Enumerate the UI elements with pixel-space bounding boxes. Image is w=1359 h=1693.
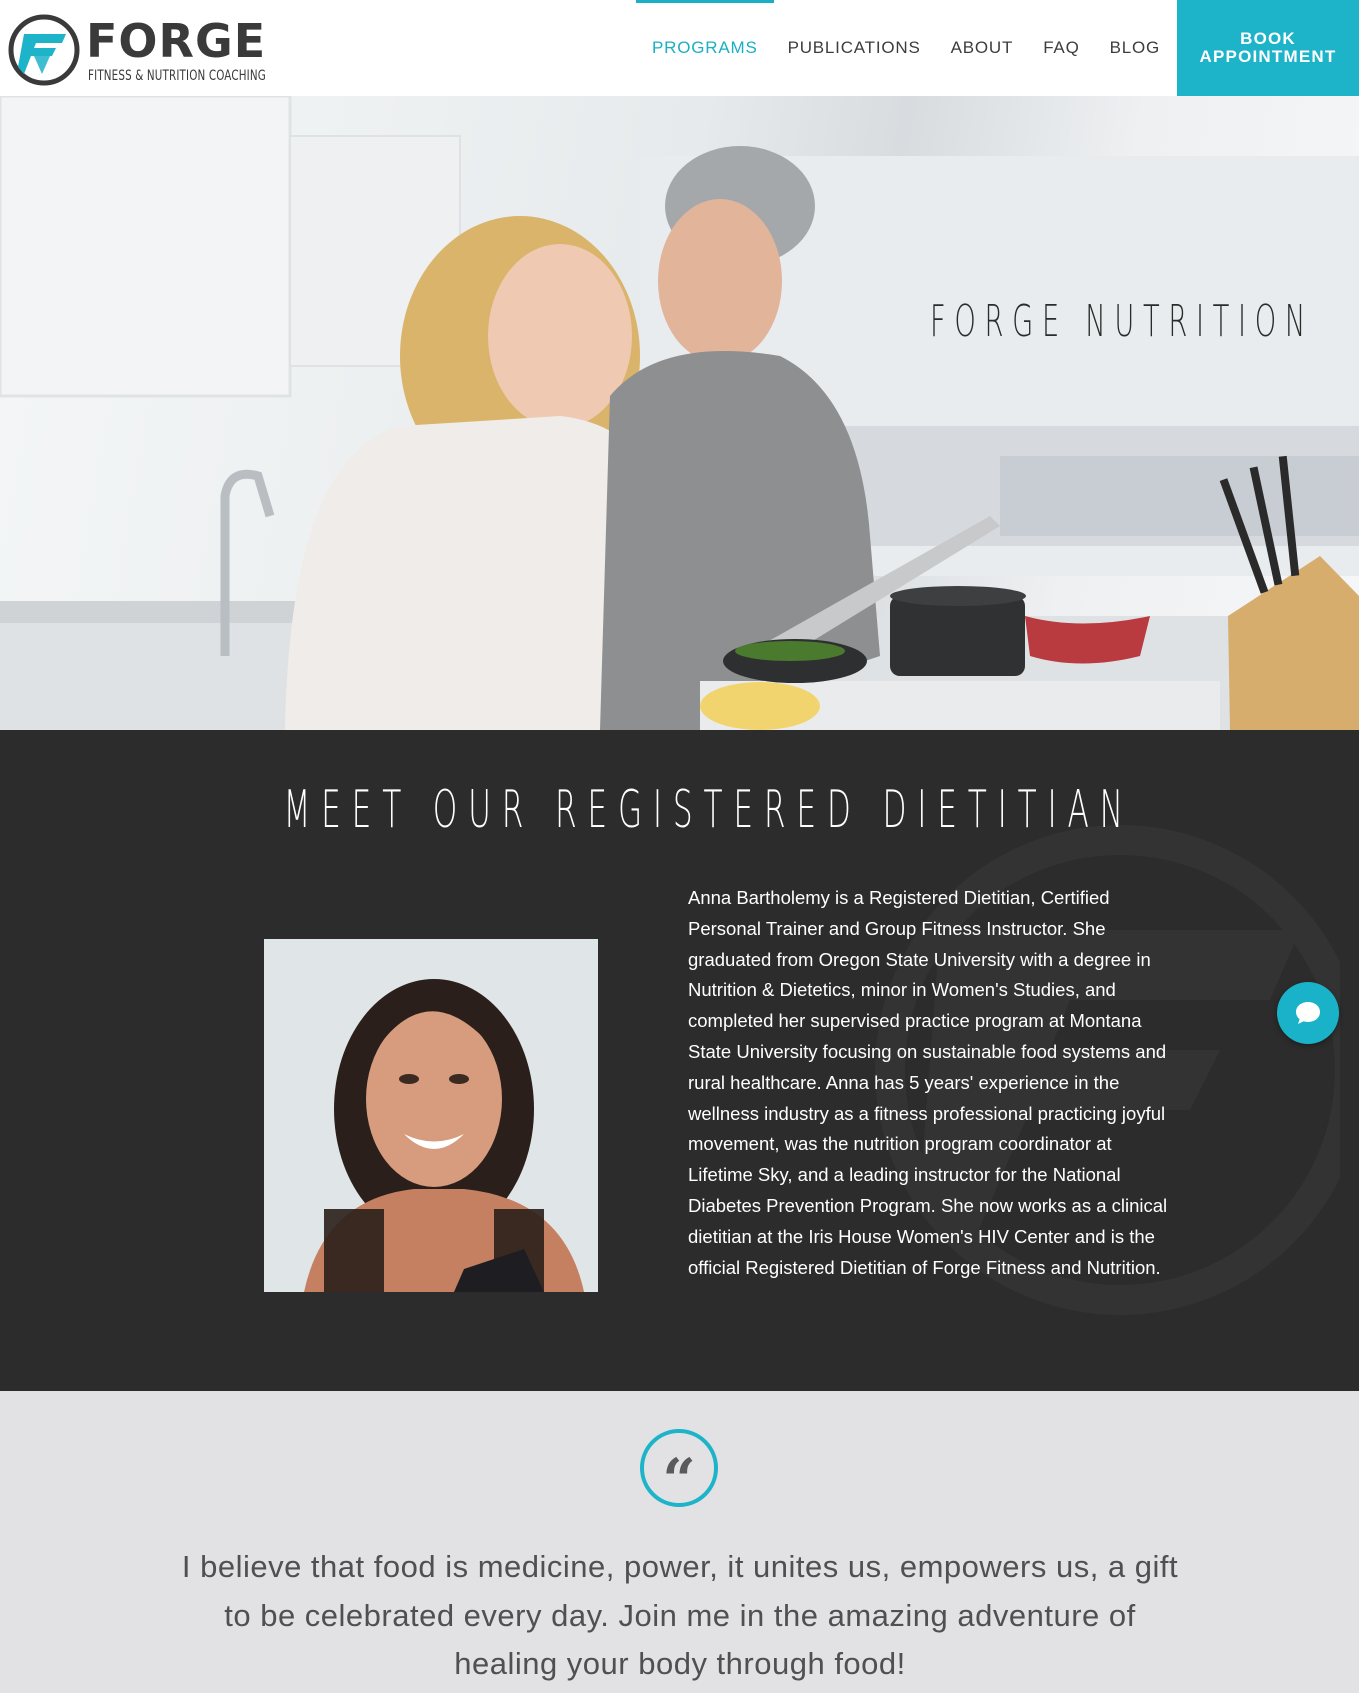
forge-f-logo-icon: [8, 14, 80, 86]
nav-faq[interactable]: FAQ: [1041, 0, 1081, 96]
chat-button[interactable]: [1277, 982, 1339, 1044]
dietitian-section: MEET OUR REGISTERED DIETITIAN Anna Barth…: [0, 730, 1359, 1391]
nav-about[interactable]: ABOUT: [949, 0, 1016, 96]
quote-section: “ I believe that food is medicine, power…: [0, 1391, 1359, 1693]
book-appointment-label: BOOK APPOINTMENT: [1199, 29, 1337, 66]
quote-mark-icon: “: [640, 1429, 718, 1514]
quote-text: I believe that food is medicine, power, …: [181, 1549, 1179, 1681]
main-nav: PROGRAMS PUBLICATIONS ABOUT FAQ BLOG: [636, 0, 1188, 96]
chat-bubble-icon: [1296, 1002, 1320, 1024]
site-logo[interactable]: FORGE FITNESS & NUTRITION COACHING: [6, 10, 276, 90]
nav-publications[interactable]: PUBLICATIONS: [786, 0, 923, 96]
dietitian-heading-text: MEET OUR REGISTERED DIETITIAN: [283, 780, 1134, 840]
dietitian-bio: Anna Bartholemy is a Registered Dietitia…: [688, 887, 1168, 1278]
nav-blog[interactable]: BLOG: [1108, 0, 1162, 96]
logo-tagline: FITNESS & NUTRITION COACHING: [88, 68, 266, 84]
book-appointment-button[interactable]: BOOK APPOINTMENT: [1177, 0, 1359, 96]
hero-kitchen-photo: [0, 96, 1359, 730]
nav-programs[interactable]: PROGRAMS: [636, 0, 774, 96]
logo-wordmark: FORGE: [86, 14, 267, 68]
quote-mark-glyph: “: [662, 1446, 696, 1514]
hero-banner: FORGE NUTRITION: [0, 96, 1359, 730]
site-header: FORGE FITNESS & NUTRITION COACHING PROGR…: [0, 0, 1359, 96]
dietitian-heading: MEET OUR REGISTERED DIETITIAN: [0, 780, 1359, 840]
dietitian-portrait: [264, 939, 598, 1292]
hero-title: FORGE NUTRITION: [930, 296, 1314, 347]
